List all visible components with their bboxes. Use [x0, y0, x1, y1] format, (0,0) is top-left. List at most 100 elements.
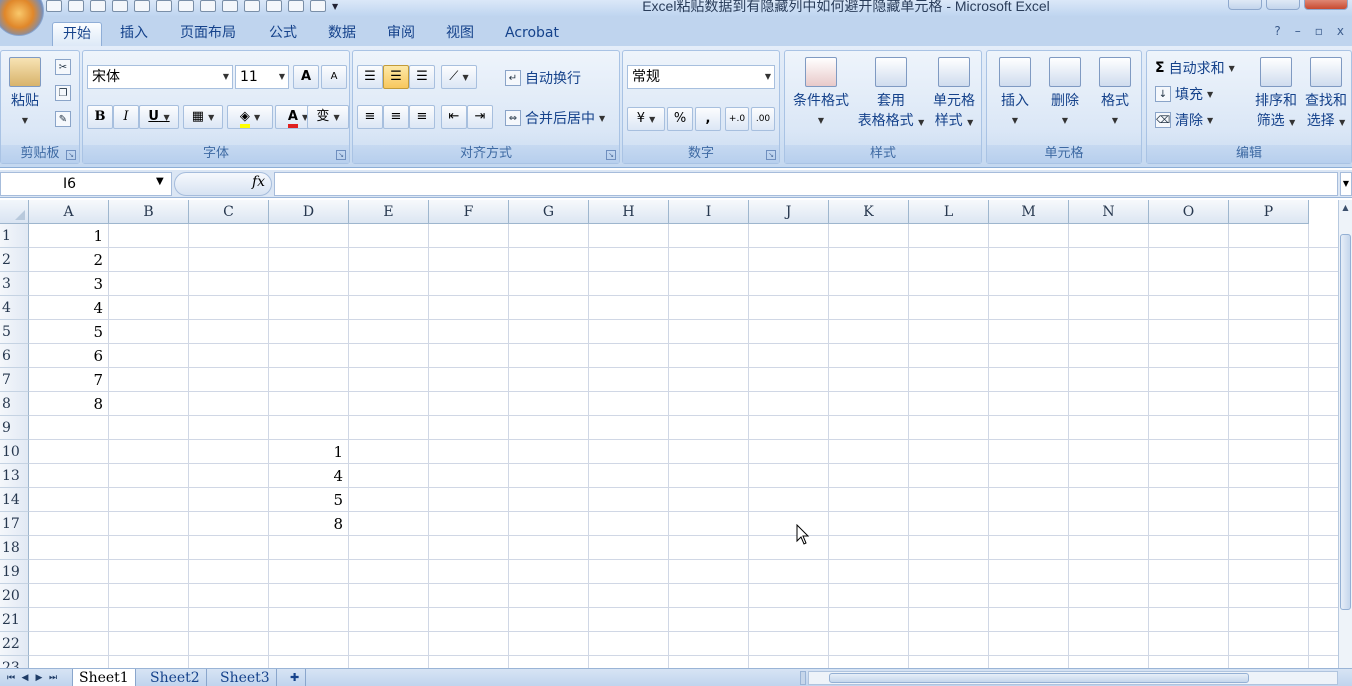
horizontal-scrollbar[interactable]	[808, 671, 1338, 685]
row-header-18[interactable]: 18	[0, 536, 29, 560]
cell-A2[interactable]: 2	[29, 248, 107, 272]
help-icon[interactable]: ?	[1274, 24, 1280, 38]
font-name-select[interactable]: 宋体 ▼	[87, 65, 233, 89]
name-box[interactable]: I6	[0, 172, 172, 196]
column-header-I[interactable]: I	[669, 200, 749, 224]
close-button[interactable]	[1304, 0, 1348, 10]
comma-button[interactable]: ,	[695, 107, 721, 131]
phonetic-button[interactable]: 变 ▼	[307, 105, 349, 129]
find-select-button[interactable]: 查找和 选择 ▼	[1301, 57, 1351, 133]
format-as-table-button[interactable]: 套用 表格格式 ▼	[853, 57, 929, 133]
column-header-D[interactable]: D	[269, 200, 349, 224]
column-header-E[interactable]: E	[349, 200, 429, 224]
sort-filter-button[interactable]: 排序和 筛选 ▼	[1251, 57, 1301, 133]
clipboard-launcher-icon[interactable]: ↘	[66, 150, 76, 160]
tab-home[interactable]: 开始	[52, 22, 102, 46]
cell-D14[interactable]: 5	[269, 488, 347, 512]
currency-button[interactable]: ¥ ▼	[627, 107, 665, 131]
conditional-format-button[interactable]: 条件格式 ▼	[789, 57, 853, 131]
row-header-22[interactable]: 22	[0, 632, 29, 656]
row-header-7[interactable]: 7	[0, 368, 29, 392]
column-header-P[interactable]: P	[1229, 200, 1309, 224]
column-header-H[interactable]: H	[589, 200, 669, 224]
column-header-L[interactable]: L	[909, 200, 989, 224]
underline-button[interactable]: U ▼	[139, 105, 179, 129]
horizontal-scroll-thumb[interactable]	[829, 673, 1249, 683]
font-size-select[interactable]: 11 ▼	[235, 65, 289, 89]
number-format-select[interactable]: 常规 ▼	[627, 65, 775, 89]
clear-button[interactable]: ⌫ 清除 ▼	[1155, 109, 1213, 131]
ribbon-minimize-icon[interactable]: –	[1295, 24, 1301, 38]
column-header-O[interactable]: O	[1149, 200, 1229, 224]
merge-center-button[interactable]: ⇔ 合并后居中 ▼	[505, 107, 605, 129]
insert-cells-button[interactable]: 插入 ▼	[991, 57, 1039, 131]
prev-sheet-icon[interactable]: ◀	[18, 671, 32, 685]
increase-indent-button[interactable]: ⇥	[467, 105, 493, 129]
cell-styles-button[interactable]: 单元格 样式 ▼	[929, 57, 979, 133]
format-painter-icon[interactable]: ✎	[55, 111, 71, 127]
tab-acrobat[interactable]: Acrobat	[495, 22, 569, 46]
column-header-C[interactable]: C	[189, 200, 269, 224]
insert-function-icon[interactable]: fx	[252, 174, 265, 190]
formula-input[interactable]	[274, 172, 1338, 196]
paste-dropdown-icon[interactable]: ▼	[5, 111, 45, 131]
maximize-button[interactable]	[1266, 0, 1300, 10]
minimize-button[interactable]	[1228, 0, 1262, 10]
vertical-scroll-thumb[interactable]	[1340, 234, 1351, 610]
sheet-tab-3[interactable]: Sheet3	[214, 669, 277, 686]
column-header-M[interactable]: M	[989, 200, 1069, 224]
column-header-B[interactable]: B	[109, 200, 189, 224]
increase-decimal-button[interactable]: +.0	[725, 107, 749, 131]
expand-formula-bar-icon[interactable]: ▼	[1340, 172, 1352, 196]
cell-A3[interactable]: 3	[29, 272, 107, 296]
row-header-19[interactable]: 19	[0, 560, 29, 584]
scroll-up-icon[interactable]: ▲	[1339, 200, 1352, 216]
tab-insert[interactable]: 插入	[110, 22, 158, 46]
fill-button[interactable]: ↓ 填充 ▼	[1155, 83, 1213, 105]
column-header-K[interactable]: K	[829, 200, 909, 224]
grow-font-button[interactable]: A	[293, 65, 319, 89]
align-left-button[interactable]: ≡	[357, 105, 383, 129]
select-all-button[interactable]	[0, 200, 29, 224]
italic-button[interactable]: I	[113, 105, 139, 129]
cell-A4[interactable]: 4	[29, 296, 107, 320]
cell-A6[interactable]: 6	[29, 344, 107, 368]
row-header-6[interactable]: 6	[0, 344, 29, 368]
cell-A8[interactable]: 8	[29, 392, 107, 416]
row-header-4[interactable]: 4	[0, 296, 29, 320]
fill-color-button[interactable]: ◈ ▼	[227, 105, 273, 129]
worksheet-grid[interactable]: A B C D E F G H I J K L M N O P 1 2 3 4 5 6 7 8 9 10 13 14 17 18 19 20 2…	[0, 200, 1338, 668]
sheet-tab-1[interactable]: Sheet1	[72, 669, 136, 686]
row-header-9[interactable]: 9	[0, 416, 29, 440]
paste-button[interactable]: 粘贴 ▼	[5, 57, 45, 131]
row-header-1[interactable]: 1	[0, 224, 29, 248]
row-header-23[interactable]: 23	[0, 656, 29, 668]
autosum-button[interactable]: Σ 自动求和 ▼	[1155, 57, 1235, 79]
row-header-3[interactable]: 3	[0, 272, 29, 296]
tab-split-handle[interactable]	[800, 671, 806, 685]
border-button[interactable]: ▦ ▼	[183, 105, 223, 129]
row-header-20[interactable]: 20	[0, 584, 29, 608]
delete-cells-button[interactable]: 删除 ▼	[1041, 57, 1089, 131]
font-launcher-icon[interactable]: ↘	[336, 150, 346, 160]
row-header-13[interactable]: 13	[0, 464, 29, 488]
tab-formulas[interactable]: 公式	[259, 22, 307, 46]
wrap-text-button[interactable]: ↵ 自动换行	[505, 67, 581, 89]
tab-review[interactable]: 审阅	[377, 22, 425, 46]
align-bottom-button[interactable]: ☰	[409, 65, 435, 89]
row-header-2[interactable]: 2	[0, 248, 29, 272]
last-sheet-icon[interactable]: ⏭	[46, 671, 60, 685]
cell-D10[interactable]: 1	[269, 440, 347, 464]
decrease-indent-button[interactable]: ⇤	[441, 105, 467, 129]
number-launcher-icon[interactable]: ↘	[766, 150, 776, 160]
name-box-dropdown-icon[interactable]: ▼	[156, 176, 164, 187]
row-header-14[interactable]: 14	[0, 488, 29, 512]
align-top-button[interactable]: ☰	[357, 65, 383, 89]
orientation-button[interactable]: ⟋ ▼	[441, 65, 477, 89]
tab-view[interactable]: 视图	[436, 22, 484, 46]
row-header-8[interactable]: 8	[0, 392, 29, 416]
tab-page-layout[interactable]: 页面布局	[170, 22, 246, 46]
ribbon-restore-icon[interactable]: ▫	[1315, 24, 1323, 38]
shrink-font-button[interactable]: A	[321, 65, 347, 89]
vertical-scrollbar[interactable]: ▲	[1338, 200, 1352, 668]
